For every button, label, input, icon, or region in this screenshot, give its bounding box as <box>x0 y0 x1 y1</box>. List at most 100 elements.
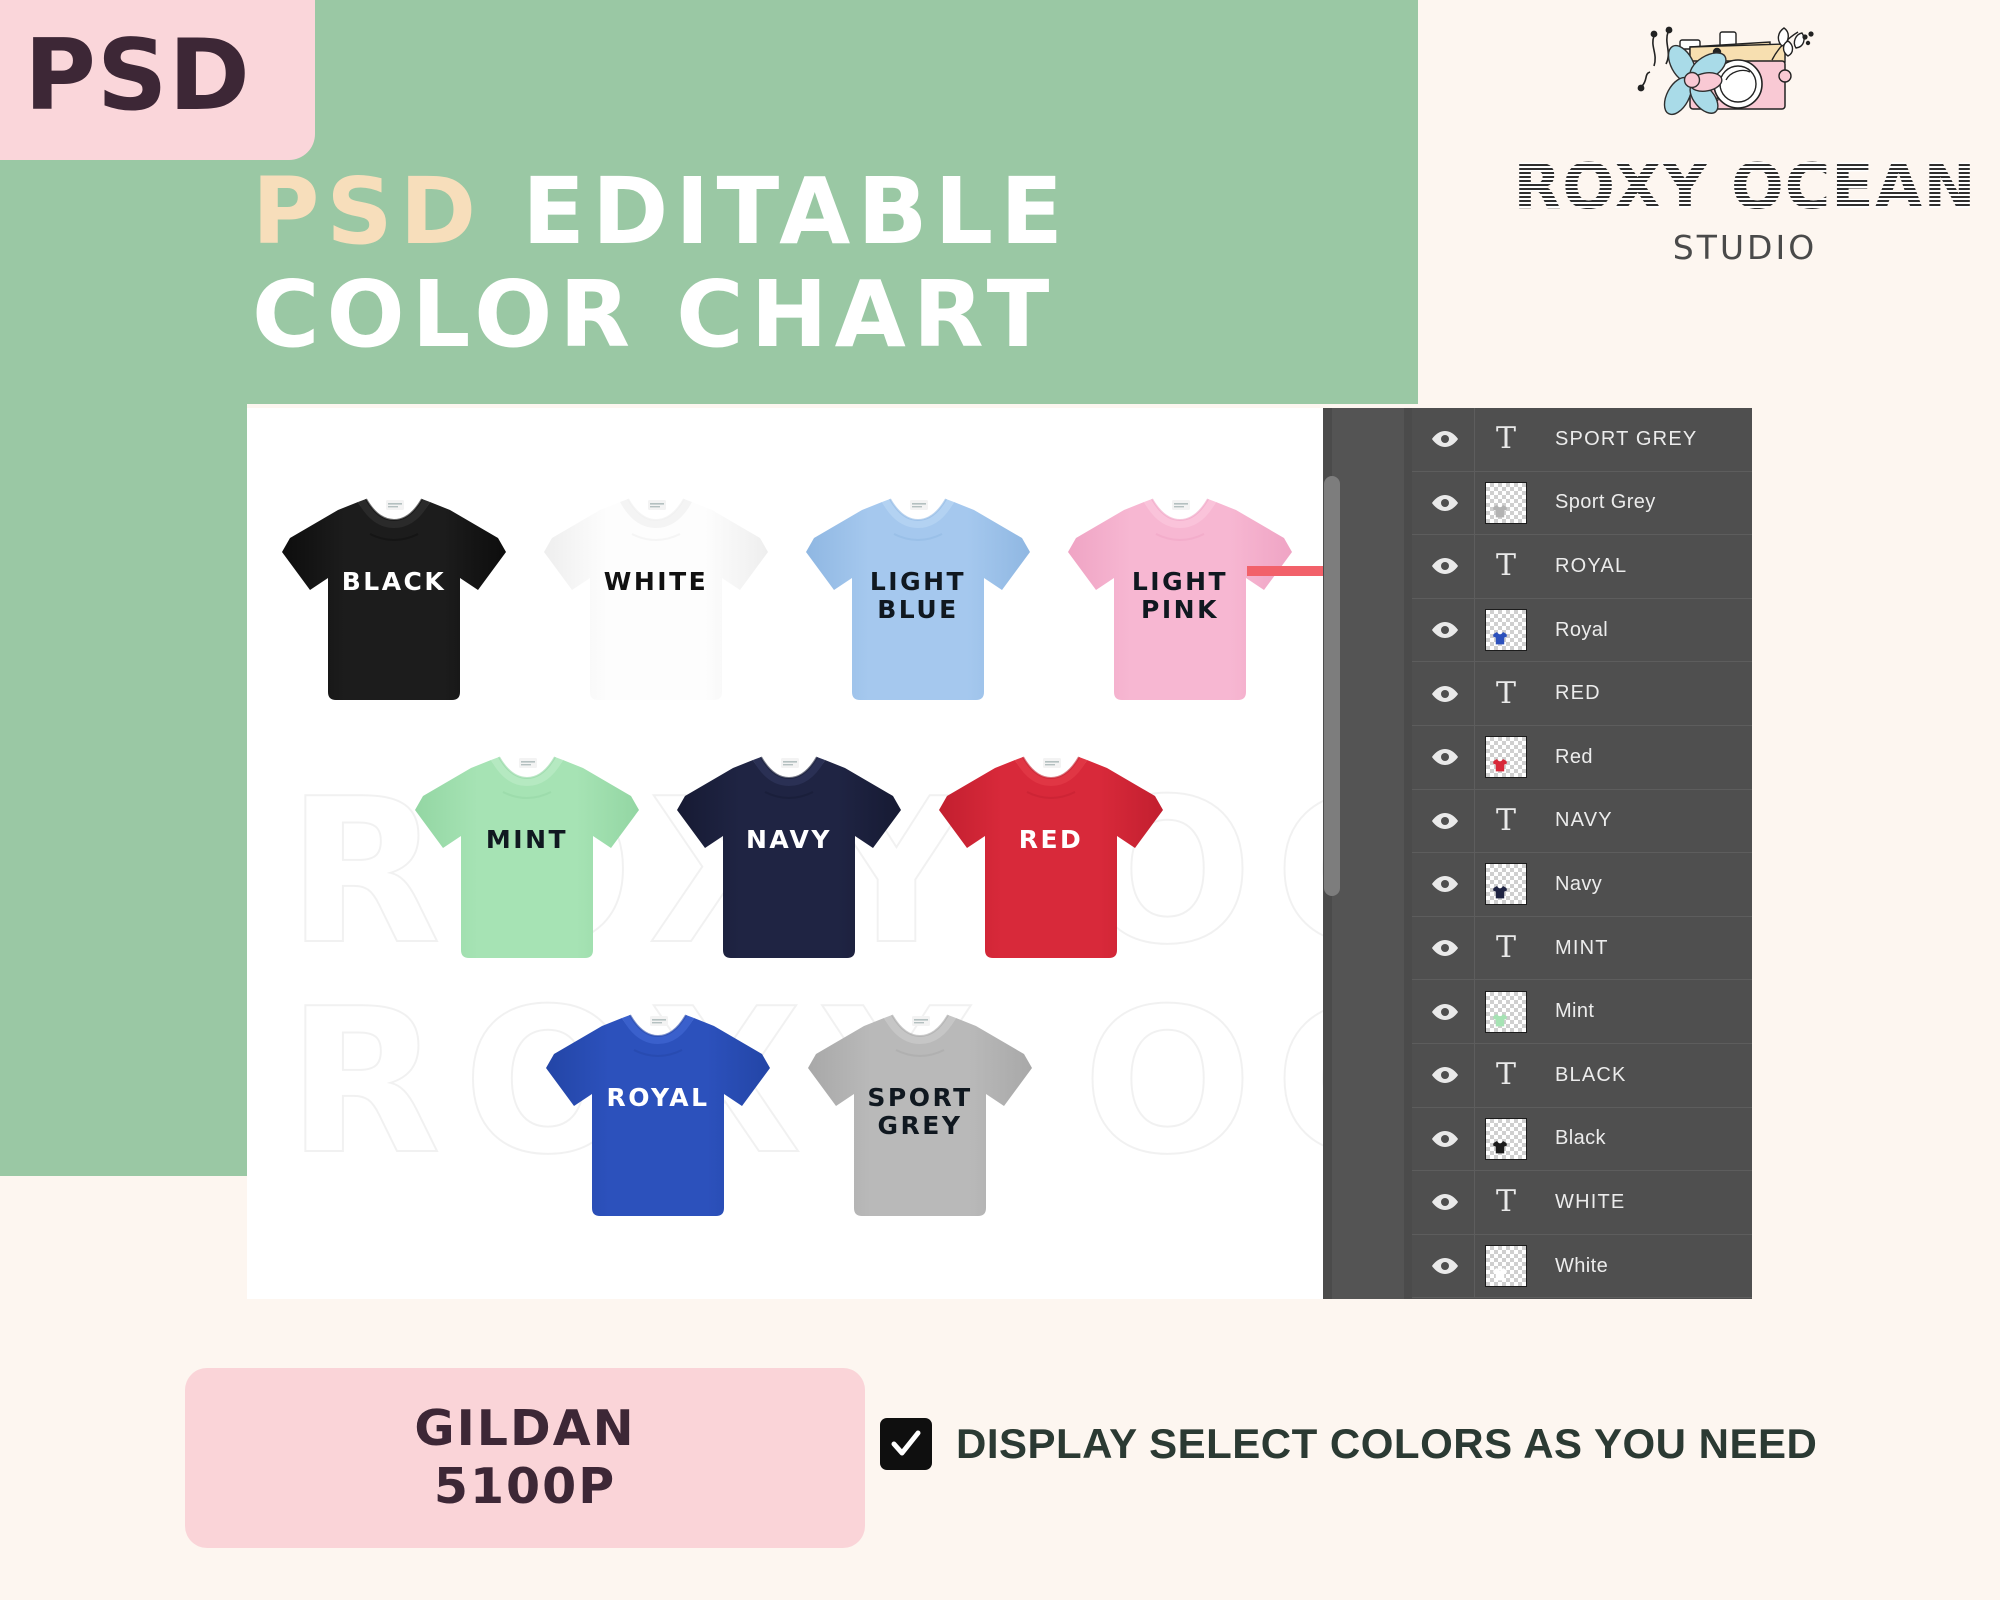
eye-icon[interactable] <box>1416 980 1475 1043</box>
layer-row[interactable]: Red <box>1412 725 1752 790</box>
eye-glyph <box>1432 685 1458 702</box>
layer-name: Sport Grey <box>1555 491 1656 514</box>
layer-name: RED <box>1555 682 1601 705</box>
layer-row[interactable]: T ROYAL <box>1412 535 1752 599</box>
thumbnail-tshirt-icon <box>1493 1013 1507 1027</box>
layer-row[interactable]: T NAVY <box>1412 789 1752 854</box>
eye-icon[interactable] <box>1416 471 1475 535</box>
thumbnail-transparency <box>1485 1245 1527 1288</box>
tshirt-mint[interactable]: MINT <box>413 744 641 976</box>
type-layer-icon: T <box>1475 805 1537 836</box>
eye-icon[interactable] <box>1416 598 1475 662</box>
product-brand: GILDAN <box>414 1400 636 1458</box>
title-line-1: PSD EDITABLE <box>252 160 1070 263</box>
layer-thumbnail <box>1475 736 1537 779</box>
check-icon <box>891 1430 921 1456</box>
tshirt-white[interactable]: WHITE <box>542 486 770 718</box>
eye-icon[interactable] <box>1416 535 1475 598</box>
layer-name: White <box>1555 1254 1609 1277</box>
eye-glyph <box>1432 812 1458 829</box>
eye-icon[interactable] <box>1416 1171 1475 1234</box>
layer-row[interactable]: Mint <box>1412 980 1752 1044</box>
layer-row[interactable]: T MINT <box>1412 916 1752 981</box>
layer-row[interactable]: Sport Grey <box>1412 471 1752 536</box>
eye-glyph <box>1432 558 1458 575</box>
layer-row[interactable]: Royal <box>1412 598 1752 663</box>
eye-glyph <box>1432 1258 1458 1275</box>
layer-thumbnail <box>1475 609 1537 652</box>
eye-icon[interactable] <box>1416 662 1475 725</box>
layer-name: BLACK <box>1555 1063 1627 1086</box>
type-T-glyph: T <box>1495 930 1516 966</box>
type-T-glyph: T <box>1495 1057 1516 1093</box>
layer-row[interactable]: Black <box>1412 1107 1752 1172</box>
tshirt-royal[interactable]: ROYAL <box>544 1002 772 1234</box>
photoshop-canvas[interactable]: ROXY OCEAN ROXY OCEAN BLACK <box>247 408 1323 1299</box>
thumbnail-tshirt-icon <box>1493 1268 1507 1281</box>
layer-name: SPORT GREY <box>1555 427 1698 450</box>
eye-glyph <box>1432 494 1458 511</box>
layer-row[interactable]: T SPORT GREY <box>1412 408 1752 472</box>
tshirt-graphic <box>806 498 1030 700</box>
checkbox-checked-icon[interactable] <box>880 1418 932 1470</box>
layer-name: Royal <box>1555 618 1609 641</box>
tshirt-light-pink[interactable]: LIGHT PINK <box>1066 486 1294 718</box>
eye-icon[interactable] <box>1416 853 1475 916</box>
canvas-gutter-inner <box>1332 408 1404 1299</box>
layer-row[interactable]: T WHITE <box>1412 1171 1752 1235</box>
title-editable: EDITABLE <box>522 158 1070 265</box>
tshirt-red[interactable]: RED <box>937 744 1165 976</box>
tshirt-light-blue[interactable]: LIGHT BLUE <box>804 486 1032 718</box>
type-layer-icon: T <box>1475 1060 1537 1090</box>
thumbnail-tshirt-icon <box>1493 886 1507 899</box>
tshirt-grid: BLACK WHITE LIGHT BLUE LIGHT PINK MINT N… <box>247 408 1323 1299</box>
tshirt-graphic <box>546 1014 770 1216</box>
layer-name: Red <box>1555 745 1593 768</box>
eye-icon[interactable] <box>1416 1234 1475 1298</box>
logo-subtitle: STUDIO <box>1672 228 1818 267</box>
tshirt-graphic <box>544 498 768 700</box>
eye-glyph <box>1432 749 1458 766</box>
layer-row[interactable]: T BLACK <box>1412 1043 1752 1108</box>
canvas-vertical-scrollbar[interactable] <box>1324 476 1340 896</box>
type-layer-icon: T <box>1475 424 1537 454</box>
eye-glyph <box>1432 1003 1458 1020</box>
tshirt-sport-grey[interactable]: SPORT GREY <box>806 1002 1034 1234</box>
layer-row[interactable]: T RED <box>1412 662 1752 726</box>
tshirt-navy[interactable]: NAVY <box>675 744 903 976</box>
eye-glyph <box>1432 1067 1458 1084</box>
eye-icon[interactable] <box>1416 789 1475 853</box>
eye-icon[interactable] <box>1416 408 1475 471</box>
layers-panel[interactable]: T SPORT GREY Sport Grey T ROYAL Royal T RED Red T… <box>1412 408 1752 1299</box>
type-layer-icon: T <box>1475 678 1537 709</box>
eye-icon[interactable] <box>1416 725 1475 789</box>
type-T-glyph: T <box>1495 1184 1516 1220</box>
thumbnail-transparency <box>1485 1117 1527 1160</box>
eye-icon[interactable] <box>1416 916 1475 980</box>
tshirt-black[interactable]: BLACK <box>280 486 508 718</box>
header-green-sidebar <box>0 404 247 1176</box>
layer-row[interactable]: White <box>1412 1234 1752 1299</box>
eye-glyph <box>1432 622 1458 639</box>
thumbnail-tshirt-icon <box>1493 504 1507 518</box>
product-model: 5100P <box>433 1458 617 1515</box>
eye-glyph <box>1432 431 1458 448</box>
type-T-glyph: T <box>1495 421 1516 457</box>
layer-name: MINT <box>1555 936 1609 959</box>
tshirt-graphic <box>808 1014 1032 1216</box>
eye-glyph <box>1432 876 1458 893</box>
type-layer-icon: T <box>1475 1187 1537 1217</box>
footer-note: DISPLAY SELECT COLORS AS YOU NEED <box>880 1418 1817 1470</box>
type-T-glyph: T <box>1495 548 1516 584</box>
eye-icon[interactable] <box>1416 1107 1475 1171</box>
layer-name: Mint <box>1555 1000 1595 1023</box>
layer-name: WHITE <box>1555 1190 1626 1213</box>
layer-thumbnail <box>1475 990 1537 1033</box>
layer-row[interactable]: Navy <box>1412 853 1752 917</box>
eye-glyph <box>1432 1130 1458 1147</box>
eye-glyph <box>1432 940 1458 957</box>
thumbnail-tshirt-icon <box>1493 759 1507 772</box>
eye-icon[interactable] <box>1416 1043 1475 1107</box>
layer-thumbnail <box>1475 481 1537 524</box>
eye-glyph <box>1432 1194 1458 1211</box>
